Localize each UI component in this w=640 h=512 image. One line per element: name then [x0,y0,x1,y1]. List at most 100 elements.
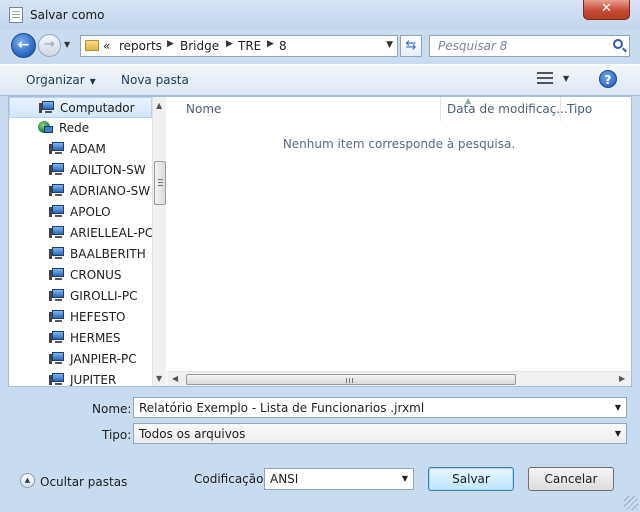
close-button[interactable]: ✕ [583,0,630,20]
column-header-date[interactable]: Data de modificaç... [447,102,568,127]
column-header-name[interactable]: Nome [186,102,221,127]
refresh-button[interactable]: ⇆ [400,35,422,57]
computer-icon [49,268,65,281]
breadcrumb-reports[interactable]: reports [119,39,162,53]
nav-item-computer[interactable]: ADILTON-SW [9,160,152,181]
search-icon[interactable] [613,39,623,49]
computer-icon [49,373,65,386]
nav-item-label: HEFESTO [70,310,126,324]
encoding-label: Codificação: [194,472,268,486]
chevron-down-icon[interactable]: ▼ [386,40,393,50]
nav-item-computer[interactable]: ADAM [9,139,152,160]
type-label: Tipo: [102,428,132,442]
filename-input[interactable]: Relatório Exemplo - Lista de Funcionario… [133,397,627,418]
nav-item-computer[interactable]: HERMES [9,328,152,349]
chevron-up-icon[interactable]: ▲ [20,473,35,488]
computer-icon [49,289,65,302]
save-button[interactable]: Salvar [428,467,514,491]
computer-icon [49,352,65,365]
file-list[interactable]: ▲ Nome Data de modificaç... Tipo Nenhum … [167,96,631,386]
computer-icon [49,205,65,218]
scroll-up-icon[interactable]: ▲ [156,101,162,110]
encoding-select[interactable]: ANSI ▼ [264,468,414,490]
computer-icon [39,101,55,114]
computer-icon [49,226,65,239]
organize-button[interactable]: Organizar ▼ [26,73,96,87]
file-list-hscrollbar[interactable]: ◀ ▶ [167,371,631,386]
hide-folders-button[interactable]: Ocultar pastas [40,475,127,489]
forward-button[interactable]: → [38,34,61,57]
name-label: Nome: [92,402,132,416]
organize-label: Organizar [26,73,85,87]
refresh-icon: ⇆ [405,38,417,53]
chevron-right-icon[interactable]: ▶ [226,39,233,49]
computer-icon [49,310,65,323]
column-header-type[interactable]: Tipo [567,102,592,127]
recent-locations-dropdown[interactable]: ▼ [64,40,70,49]
browser-content: Computador Rede ADAM ADILTON-SW ADRIANO-… [8,96,632,387]
cancel-button[interactable]: Cancelar [528,467,614,491]
breadcrumb-tre[interactable]: TRE [238,39,261,53]
window-title: Salvar como [30,8,105,22]
nav-item-label: ADILTON-SW [70,163,146,177]
save-dialog-icon [9,7,23,23]
nav-item-label: ADRIANO-SW [70,184,151,198]
scrollbar-thumb[interactable] [154,161,166,205]
nav-item-label: CRONUS [70,268,122,282]
nav-item-computer[interactable]: JUPITER [9,370,152,386]
file-type-value: Todos os arquivos [139,427,246,441]
chevron-right-icon[interactable]: ▶ [167,39,174,49]
resize-grip[interactable] [624,496,638,510]
nav-item-computer[interactable]: HEFESTO [9,307,152,328]
scrollbar-thumb[interactable] [186,374,516,385]
folder-icon [85,40,99,51]
scroll-left-icon[interactable]: ◀ [172,374,178,383]
chevron-down-icon: ▼ [89,77,96,86]
nav-item-computer[interactable]: GIROLLI-PC [9,286,152,307]
nav-item-label: HERMES [70,331,121,345]
arrow-right-icon: → [44,37,55,52]
nav-item-label: BAALBERITH [70,247,146,261]
chevron-down-icon: ▼ [614,429,621,438]
chevron-right-icon[interactable]: ▶ [267,39,274,49]
chevron-down-icon: ▼ [401,474,408,483]
nav-item-computer[interactable]: JANPIER-PC [9,349,152,370]
nav-item-label: APOLO [70,205,111,219]
nav-item-computer[interactable]: ARIELLEAL-PC [9,223,153,244]
nav-item-label: JANPIER-PC [70,352,137,366]
nav-item-computer[interactable]: APOLO [9,202,152,223]
network-icon [38,121,54,135]
breadcrumb-overflow[interactable]: « [103,39,110,53]
column-divider[interactable] [560,97,561,121]
new-folder-button[interactable]: Nova pasta [121,73,189,87]
nav-item-computador[interactable]: Computador [9,97,152,118]
filename-value: Relatório Exemplo - Lista de Funcionario… [139,401,425,415]
address-bar[interactable]: « reports ▶ Bridge ▶ TRE ▶ 8 ▼ [80,35,398,57]
computer-icon [49,247,65,260]
scroll-down-icon[interactable]: ▼ [156,374,162,383]
back-button[interactable]: ← [11,33,36,58]
chevron-down-icon[interactable]: ▼ [563,74,569,83]
scroll-right-icon[interactable]: ▶ [619,374,625,383]
nav-item-rede[interactable]: Rede [9,118,152,139]
navigation-pane[interactable]: Computador Rede ADAM ADILTON-SW ADRIANO-… [9,97,166,386]
nav-pane-scrollbar[interactable]: ▲ ▼ [152,97,166,386]
breadcrumb-8[interactable]: 8 [279,39,287,53]
file-type-select[interactable]: Todos os arquivos ▼ [133,423,627,444]
computer-icon [49,163,65,176]
help-icon[interactable]: ? [599,70,617,88]
view-options-icon[interactable] [537,72,553,84]
column-divider[interactable] [440,97,441,121]
computer-icon [49,331,65,344]
nav-item-computer[interactable]: ADRIANO-SW [9,181,152,202]
nav-item-computer[interactable]: BAALBERITH [9,244,152,265]
breadcrumb-bridge[interactable]: Bridge [180,39,219,53]
computer-icon [49,184,65,197]
chevron-down-icon[interactable]: ▼ [615,403,621,412]
arrow-left-icon: ← [17,37,30,53]
empty-message: Nenhum item corresponde à pesquisa. [282,137,516,151]
nav-item-label: GIROLLI-PC [70,289,138,303]
search-input[interactable]: Pesquisar 8 [429,35,630,57]
nav-item-computer[interactable]: CRONUS [9,265,152,286]
encoding-value: ANSI [270,472,299,486]
